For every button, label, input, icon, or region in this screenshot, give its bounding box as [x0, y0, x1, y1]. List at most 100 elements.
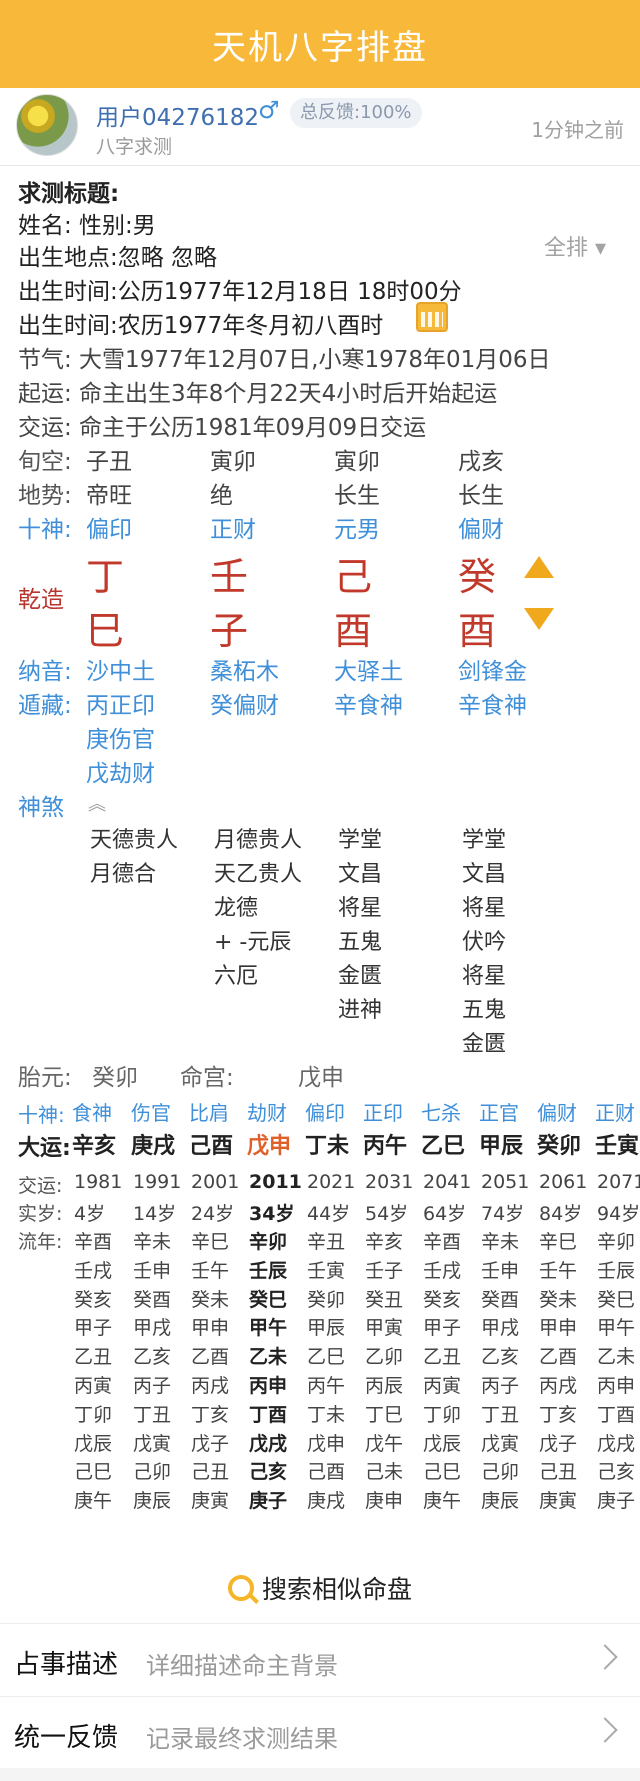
dayun-pillar-6[interactable]: 丙午 [363, 1128, 407, 1160]
triangle-down-icon[interactable] [524, 608, 554, 630]
dayun-pillar-7[interactable]: 乙巳 [421, 1128, 465, 1160]
shensha-1-2: 月德合 [90, 862, 157, 887]
liunian-cell: 癸未 [539, 1288, 578, 1311]
calendar-icon[interactable] [416, 302, 448, 332]
liunian-cell: 庚子 [597, 1490, 636, 1513]
dayun-pillar-10[interactable]: 壬寅 [595, 1128, 639, 1160]
triangle-up-icon[interactable] [524, 556, 554, 578]
shensha-2-2: 天乙贵人 [214, 862, 303, 887]
branch-4: 酉 [458, 609, 497, 653]
search-similar-button[interactable]: 搜索相似命盘 [0, 1568, 640, 1608]
event-description-entry[interactable]: 占事描述 详细描述命主背景 [0, 1623, 640, 1695]
liunian-cell: 丙戌 [191, 1375, 230, 1397]
nayin-2: 桑柘木 [210, 659, 279, 685]
shensha-2-4: + -元辰 [214, 930, 292, 955]
branch-3: 酉 [334, 609, 373, 653]
unified-feedback-entry[interactable]: 统一反馈 记录最终求测结果 [0, 1696, 640, 1768]
liunian-cell: 辛酉 [423, 1231, 462, 1253]
liunian-cell: 庚戌 [307, 1490, 346, 1513]
shensha-4-7: 金匮 [462, 1032, 507, 1057]
birth-place-line: 出生地点:忽略 忽略 [18, 245, 218, 271]
full-chart-dropdown[interactable]: 全排 ▾ [544, 230, 606, 262]
shishen-label: 十神: [18, 517, 72, 543]
avatar[interactable] [16, 94, 78, 156]
liunian-cell: 戊寅 [481, 1432, 520, 1455]
dayun-year-4: 2011 [249, 1171, 302, 1193]
liunian-cell: 庚辰 [133, 1490, 172, 1513]
dayun-shishen-2: 伤官 [131, 1101, 171, 1125]
collapse-icon[interactable]: ︽ [88, 790, 106, 816]
dayun-pillar-1[interactable]: 辛亥 [72, 1128, 116, 1160]
liunian-cell: 乙酉 [191, 1346, 230, 1369]
jieqi-line: 节气: 大雪1977年12月07日,小寒1978年01月06日 [18, 347, 551, 373]
liunian-cell: 己未 [365, 1461, 404, 1484]
dishi-1: 帝旺 [86, 483, 132, 509]
shensha-2-1: 月德贵人 [214, 828, 303, 853]
shensha-2-3: 龙德 [214, 896, 259, 921]
dayun-age-4: 34岁 [249, 1203, 295, 1225]
male-icon: ♂ [258, 96, 280, 124]
taiyuan-value: 癸卯 [92, 1065, 138, 1091]
xunkong-3: 寅卯 [334, 449, 380, 475]
liunian-cell: 丙子 [133, 1375, 172, 1397]
liunian-cell: 癸酉 [133, 1288, 172, 1311]
user-name[interactable]: 用户04276182 [96, 98, 259, 132]
liunian-cell: 己丑 [539, 1461, 578, 1484]
lunar-birth-line: 出生时间:农历1977年冬月初八酉时 [18, 313, 384, 339]
dayun-pillar-4[interactable]: 戊申 [247, 1128, 291, 1160]
liunian-cell: 戊辰 [423, 1432, 462, 1455]
shensha-3-3: 将星 [338, 896, 383, 921]
dayun-pillar-8[interactable]: 甲辰 [479, 1128, 523, 1160]
dayun-year-5: 2021 [307, 1171, 356, 1193]
liunian-cell: 丁酉 [249, 1403, 288, 1426]
dayun-pillar-5[interactable]: 丁未 [305, 1128, 349, 1160]
dayun-year-7: 2041 [423, 1171, 472, 1193]
liunian-cell: 壬申 [133, 1259, 172, 1282]
liunian-cell: 辛卯 [249, 1231, 288, 1253]
xunkong-label: 旬空: [18, 449, 72, 475]
dayun-pillar-3[interactable]: 己酉 [189, 1128, 233, 1160]
shensha-1-1: 天德贵人 [90, 828, 179, 853]
liunian-cell: 癸未 [191, 1288, 230, 1311]
dayun-age-2: 14岁 [133, 1203, 177, 1225]
search-icon [227, 1575, 254, 1601]
event-description-title: 占事描述 [14, 1650, 119, 1680]
stem-2: 壬 [210, 555, 249, 599]
liunian-cell: 甲申 [539, 1317, 578, 1340]
dayun-pillar-9[interactable]: 癸卯 [537, 1128, 581, 1160]
liunian-cell: 乙丑 [74, 1346, 113, 1369]
dayun-shishen-9: 偏财 [537, 1101, 577, 1125]
stem-4: 癸 [458, 555, 497, 599]
liunian-cell: 己巳 [74, 1461, 113, 1484]
liunian-cell: 乙卯 [365, 1346, 404, 1369]
branch-2: 子 [210, 609, 249, 653]
liunian-cell: 辛未 [133, 1231, 172, 1253]
dayun-pillar-2[interactable]: 庚戌 [131, 1128, 175, 1160]
solar-birth-line: 出生时间:公历1977年12月18日 18时00分 [18, 279, 462, 305]
liunian-cell: 壬戌 [423, 1259, 462, 1282]
branch-1: 巳 [86, 609, 125, 653]
liunian-cell: 庚寅 [191, 1490, 230, 1513]
liunian-cell: 丙申 [249, 1375, 288, 1397]
jiaoyun-line: 交运: 命主于公历1981年09月09日交运 [18, 415, 427, 441]
liunian-cell: 丙辰 [365, 1375, 404, 1397]
liunian-cell: 己亥 [249, 1461, 288, 1484]
dayun-age-5: 44岁 [307, 1203, 351, 1225]
liunian-cell: 丙子 [481, 1375, 520, 1397]
shishen-4: 偏财 [458, 517, 504, 543]
liunian-cell: 庚申 [365, 1490, 404, 1513]
app-header: 天机八字排盘 [0, 0, 640, 88]
canggan-label: 遁藏: [18, 693, 72, 719]
liunian-cell: 辛未 [481, 1231, 520, 1253]
xunkong-1: 子丑 [86, 449, 132, 475]
dayun-age-1: 4岁 [74, 1203, 106, 1225]
liunian-cell: 癸巳 [249, 1288, 288, 1311]
dayun-year-1: 1981 [74, 1171, 123, 1193]
dayun-year-6: 2031 [365, 1171, 414, 1193]
liunian-cell: 乙未 [597, 1346, 636, 1369]
shishen-3: 元男 [334, 517, 380, 543]
liunian-cell: 乙丑 [423, 1346, 462, 1369]
dayun-shishen-10: 正财 [595, 1101, 635, 1125]
liunian-cell: 戊午 [365, 1432, 404, 1455]
liunian-cell: 乙亥 [481, 1346, 520, 1369]
